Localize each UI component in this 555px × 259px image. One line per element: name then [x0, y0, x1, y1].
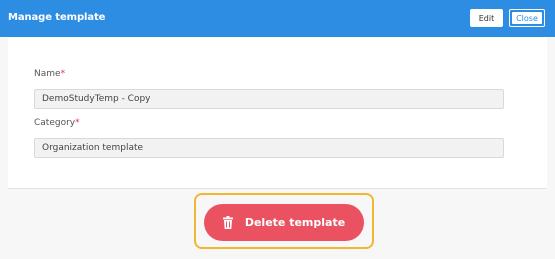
delete-template-button[interactable]: Delete template	[204, 204, 364, 241]
required-marker: *	[75, 118, 80, 128]
category-label: Category*	[34, 118, 80, 128]
close-button[interactable]: Close	[509, 9, 545, 27]
name-field[interactable]: DemoStudyTemp - Copy	[34, 89, 504, 109]
form-panel: Name* DemoStudyTemp - Copy Category* Org…	[8, 37, 547, 188]
name-label: Name*	[34, 69, 65, 79]
manage-template-dialog: Manage template Edit Close Name* DemoStu…	[0, 0, 555, 259]
dialog-header: Manage template Edit Close	[0, 0, 555, 37]
delete-template-label: Delete template	[244, 216, 346, 229]
footer-divider	[8, 188, 547, 189]
name-label-text: Name	[34, 69, 61, 79]
required-marker: *	[60, 69, 66, 79]
category-field[interactable]: Organization template	[34, 138, 504, 158]
close-button-label: Close	[512, 12, 542, 24]
dialog-title: Manage template	[8, 12, 106, 23]
trash-icon	[222, 216, 233, 229]
edit-button[interactable]: Edit	[470, 9, 503, 27]
category-label-text: Category	[34, 118, 76, 128]
